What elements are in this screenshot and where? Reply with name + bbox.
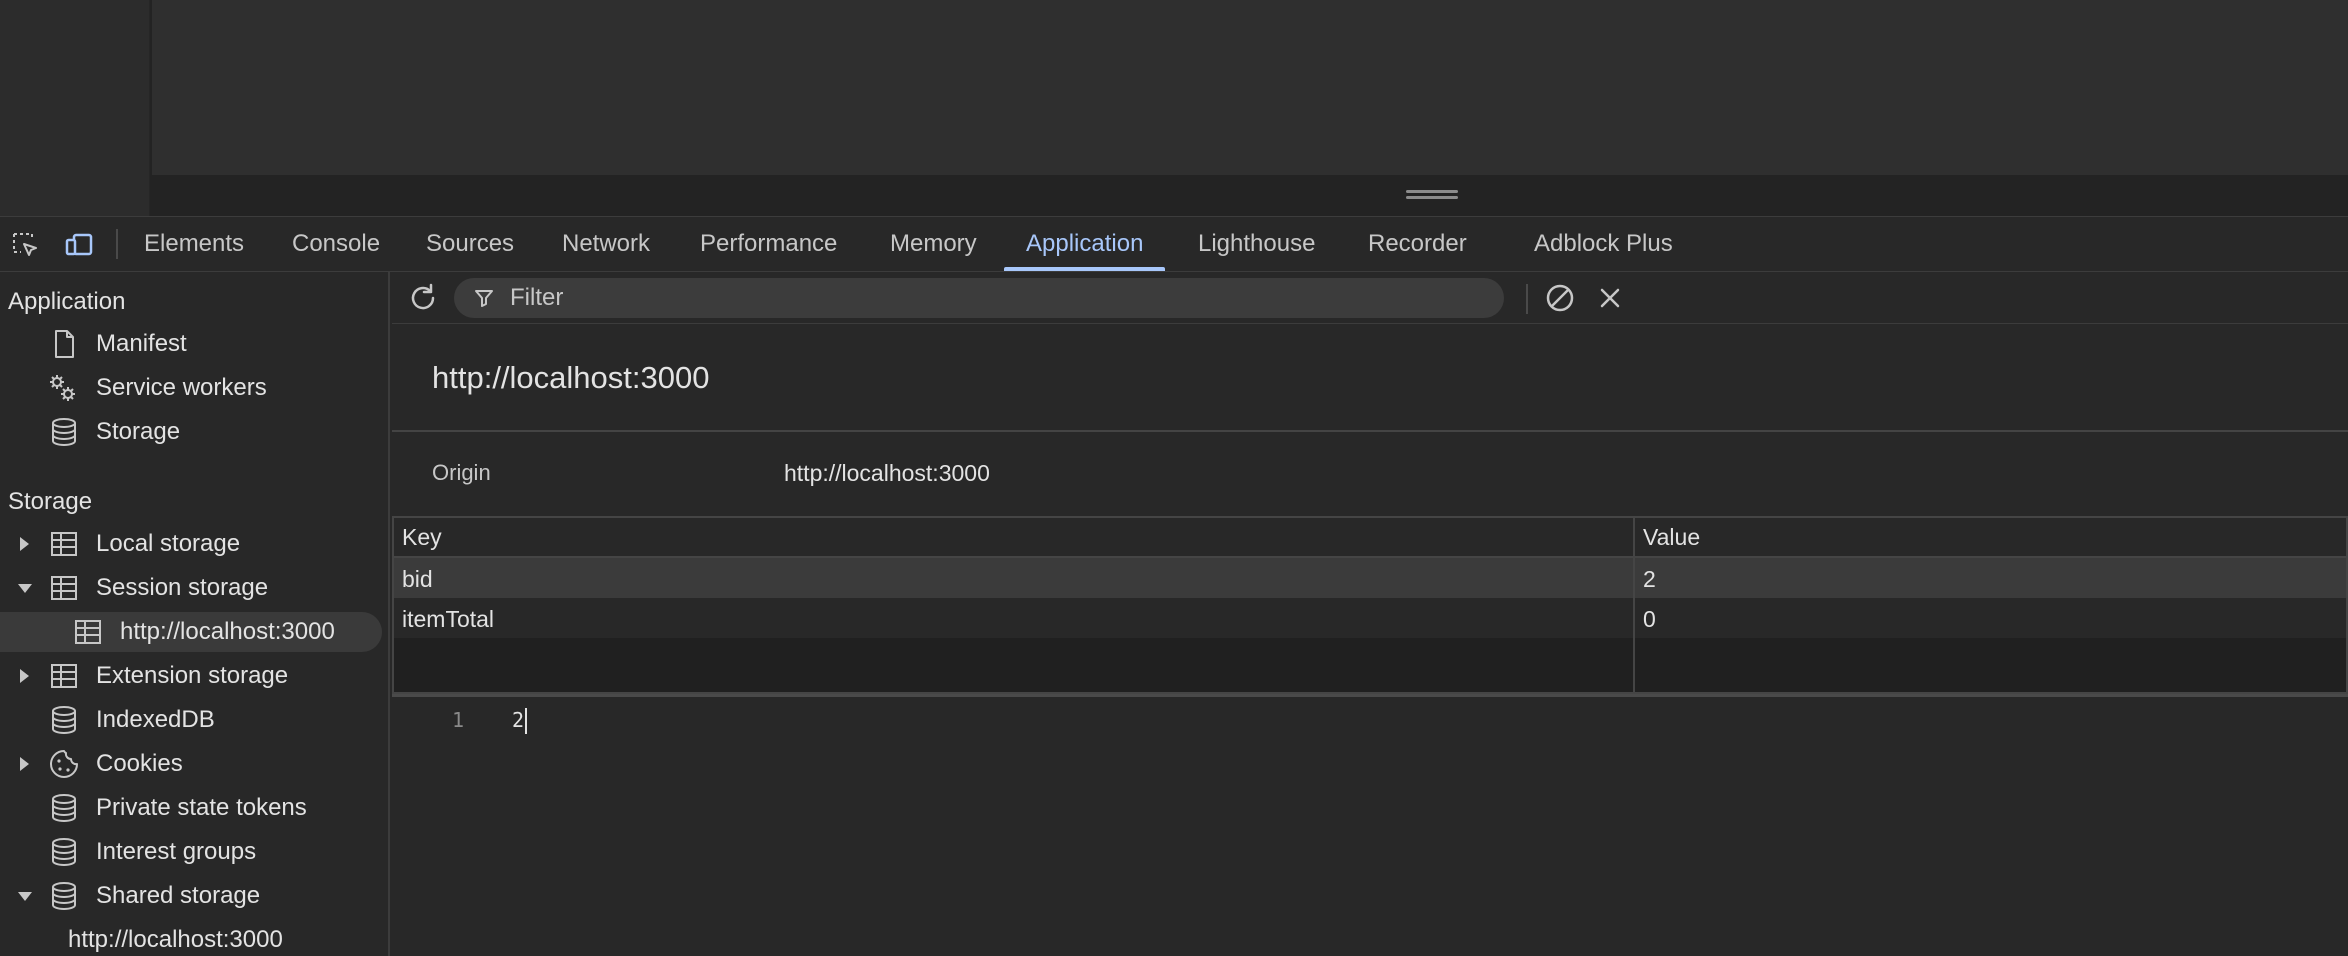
value-cell[interactable]: 0: [1643, 606, 1656, 633]
sidebar-item-label: Interest groups: [96, 838, 257, 865]
table-icon: [51, 576, 77, 600]
tab-console[interactable]: Console: [290, 217, 382, 271]
origin-value: http://localhost:3000: [784, 460, 990, 486]
sidebar-heading-application: Application: [8, 288, 126, 315]
devtools-tab-bar: Elements Console Sources Network Perform…: [0, 216, 2348, 272]
refresh-icon[interactable]: [406, 281, 440, 315]
chevron-right-icon[interactable]: [20, 669, 29, 683]
value-preview-text[interactable]: 2: [512, 708, 524, 732]
chevron-down-icon[interactable]: [18, 584, 32, 593]
sidebar-item-label: Service workers: [96, 374, 267, 401]
clear-all-icon[interactable]: [1544, 282, 1576, 314]
sidebar-item-cookies[interactable]: Cookies: [0, 744, 388, 784]
cookie-icon: [50, 750, 78, 778]
document-icon: [55, 330, 74, 358]
inspect-element-icon[interactable]: [10, 230, 40, 260]
sidebar-item-local-storage[interactable]: Local storage: [0, 524, 388, 564]
viewport-gutter: [0, 0, 150, 216]
database-icon: [52, 882, 76, 911]
sidebar-item-storage[interactable]: Storage: [0, 412, 388, 452]
chevron-right-icon[interactable]: [20, 537, 29, 551]
sidebar-item-service-workers[interactable]: Service workers: [0, 368, 388, 408]
grid-header: Key Value: [394, 518, 2346, 558]
tab-network[interactable]: Network: [560, 217, 652, 271]
tab-recorder[interactable]: Recorder: [1366, 217, 1469, 271]
toolbar-separator: [1526, 284, 1528, 314]
storage-toolbar: [392, 272, 2348, 324]
sidebar-item-shared-origin[interactable]: http://localhost:3000: [0, 920, 388, 956]
table-icon: [51, 532, 77, 556]
tab-lighthouse[interactable]: Lighthouse: [1196, 217, 1317, 271]
tab-adblock-plus[interactable]: Adblock Plus: [1532, 217, 1675, 271]
tab-memory[interactable]: Memory: [888, 217, 979, 271]
sidebar-item-interest-groups[interactable]: Interest groups: [0, 832, 388, 872]
table-row[interactable]: itemTotal 0: [394, 598, 2346, 638]
value-cell[interactable]: 2: [1643, 566, 1656, 593]
storage-data-grid: Key Value bid 2 itemTotal 0: [392, 516, 2348, 694]
sidebar-item-label: Shared storage: [96, 882, 261, 909]
sidebar-heading-storage: Storage: [8, 488, 93, 515]
storage-main-pane: http://localhost:3000 Origin http://loca…: [392, 272, 2348, 956]
filter-icon: [475, 290, 493, 307]
sidebar-item-extension-storage[interactable]: Extension storage: [0, 656, 388, 696]
filter-box[interactable]: [454, 278, 1504, 318]
split-divider[interactable]: [392, 694, 2348, 697]
text-caret: [525, 708, 527, 734]
database-icon: [52, 706, 76, 735]
chevron-right-icon[interactable]: [20, 757, 29, 771]
sidebar-item-session-storage[interactable]: Session storage: [0, 568, 388, 608]
key-cell[interactable]: bid: [402, 566, 433, 593]
tab-application[interactable]: Application: [1003, 217, 1166, 271]
sidebar-item-label: Local storage: [96, 530, 241, 557]
close-icon[interactable]: [1596, 284, 1624, 312]
sidebar-item-label: IndexedDB: [96, 706, 215, 733]
key-cell[interactable]: itemTotal: [402, 606, 494, 633]
database-icon: [52, 794, 76, 823]
sidebar-item-label: Manifest: [96, 330, 187, 357]
table-row[interactable]: bid 2: [394, 558, 2346, 598]
sidebar-item-label: http://localhost:3000: [68, 926, 283, 953]
tab-performance[interactable]: Performance: [698, 217, 839, 271]
database-icon: [52, 418, 76, 447]
tab-elements[interactable]: Elements: [142, 217, 246, 271]
gears-icon: [50, 375, 75, 401]
line-number: 1: [452, 708, 465, 732]
sidebar-item-label: Storage: [96, 418, 181, 445]
sidebar-item-indexeddb[interactable]: IndexedDB: [0, 700, 388, 740]
column-header-value[interactable]: Value: [1643, 524, 1700, 551]
sidebar-item-shared-storage[interactable]: Shared storage: [0, 876, 388, 916]
origin-label: Origin: [432, 460, 491, 485]
sidebar-item-label: Session storage: [96, 574, 269, 601]
sidebar-item-label: http://localhost:3000: [120, 618, 335, 645]
inspected-viewport: [0, 0, 2348, 216]
chevron-down-icon[interactable]: [18, 892, 32, 901]
page-content-area: [152, 0, 2348, 175]
sidebar-item-session-origin[interactable]: http://localhost:3000: [0, 612, 382, 652]
table-icon: [75, 620, 101, 644]
column-header-key[interactable]: Key: [402, 524, 442, 551]
devtools-resize-handle[interactable]: [1406, 190, 1458, 202]
toolbar-separator: [116, 229, 118, 259]
divider: [392, 430, 2348, 432]
device-toolbar-icon[interactable]: [64, 230, 94, 260]
database-icon: [52, 838, 76, 867]
filter-input[interactable]: [510, 278, 1410, 318]
table-icon: [51, 664, 77, 688]
sidebar-item-private-state-tokens[interactable]: Private state tokens: [0, 788, 388, 828]
page-title: http://localhost:3000: [432, 360, 710, 395]
application-sidebar: Application Manifest Service workers Sto…: [0, 272, 390, 956]
sidebar-item-label: Extension storage: [96, 662, 289, 689]
column-divider[interactable]: [1633, 518, 1635, 692]
sidebar-item-label: Private state tokens: [96, 794, 307, 821]
tab-sources[interactable]: Sources: [424, 217, 516, 271]
sidebar-item-label: Cookies: [96, 750, 183, 777]
sidebar-item-manifest[interactable]: Manifest: [0, 324, 388, 364]
